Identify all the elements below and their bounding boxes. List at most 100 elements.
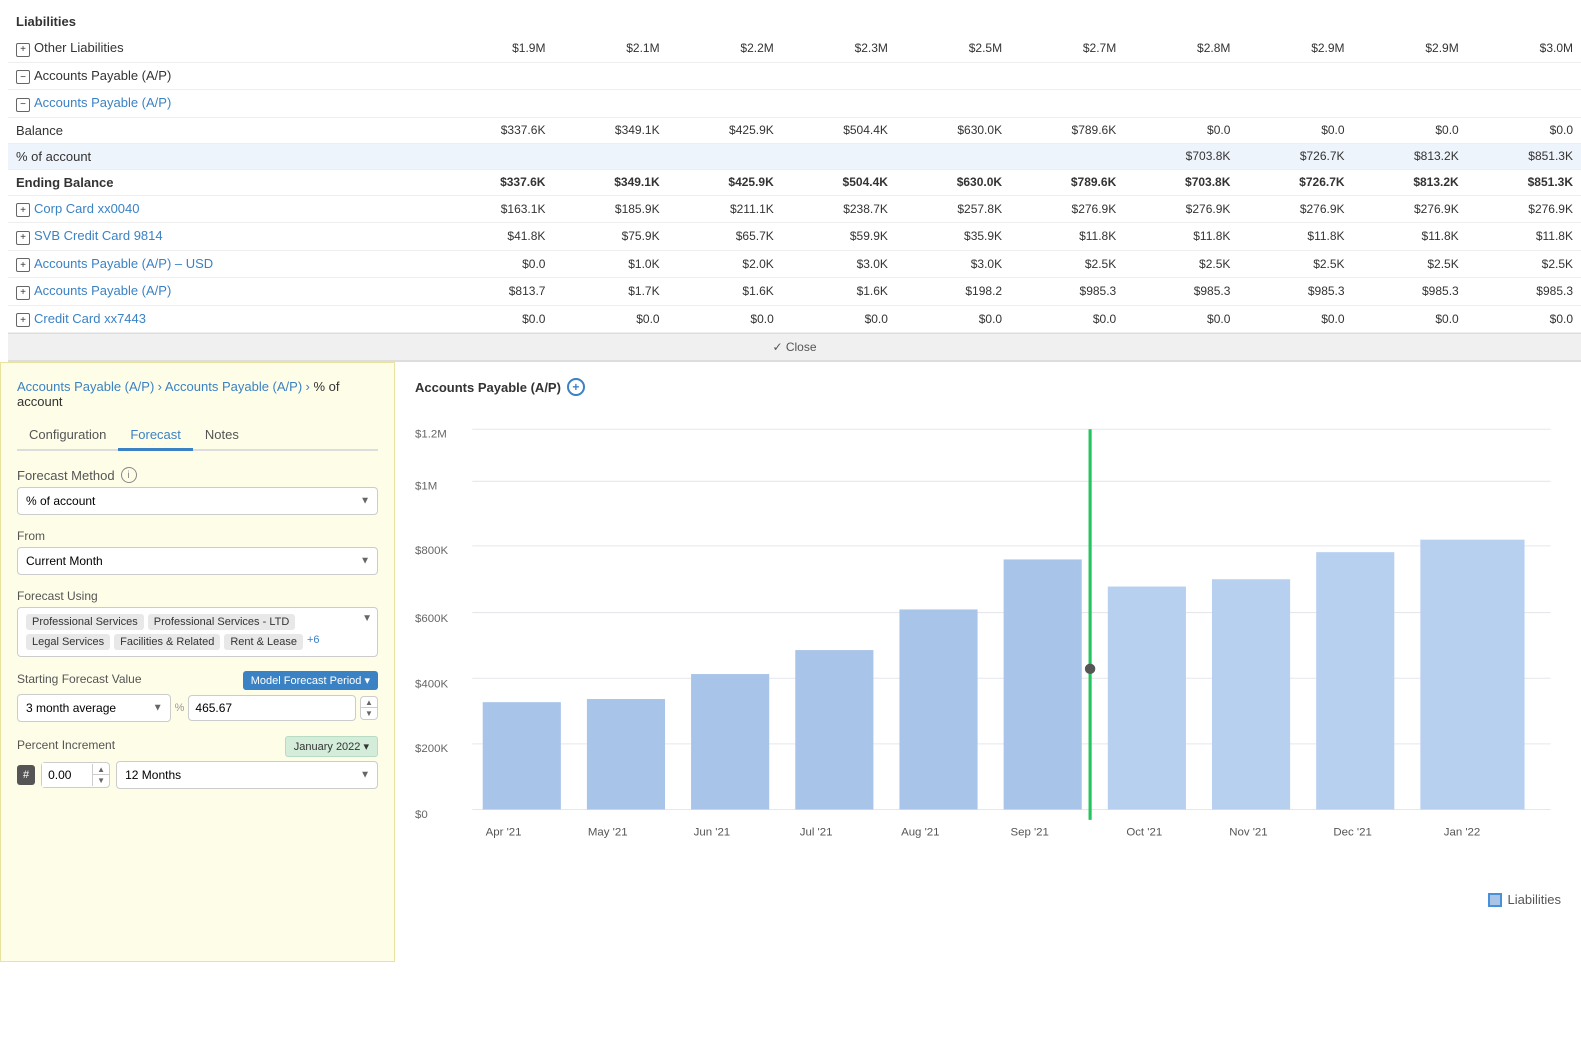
row-label[interactable]: Accounts Payable (A/P) [34, 283, 171, 298]
legend-swatch [1488, 893, 1502, 907]
row-value-9: $0.0 [1467, 117, 1581, 143]
liabilities-section: Liabilities +Other Liabilities$1.9M$2.1M… [0, 0, 1581, 362]
breadcrumb-part2[interactable]: Accounts Payable (A/P) [165, 379, 302, 394]
row-value-3 [782, 62, 896, 90]
row-value-2: $2.0K [668, 250, 782, 278]
tag-legal-services: Legal Services [26, 634, 110, 650]
plus-icon[interactable]: + [16, 203, 30, 217]
pi-arrow-up[interactable]: ▲ [93, 764, 109, 775]
row-label: Balance [16, 123, 63, 138]
tags-more[interactable]: +6 [307, 634, 320, 646]
row-label-cell: −Accounts Payable (A/P) [8, 62, 439, 90]
row-value-4: $630.0K [896, 169, 1010, 195]
row-value-2: $65.7K [668, 223, 782, 251]
months-select[interactable]: 12 Months 6 Months 3 Months [116, 761, 378, 789]
sfv-percent-icon: % [175, 702, 185, 714]
row-value-6: $276.9K [1124, 195, 1238, 223]
row-label[interactable]: Accounts Payable (A/P) – USD [34, 256, 213, 271]
row-value-6 [1124, 90, 1238, 118]
sfv-value-input[interactable] [188, 695, 356, 721]
x-label-jan22: Jan '22 [1444, 827, 1481, 839]
row-value-3: $59.9K [782, 223, 896, 251]
y-label-1m: $1M [415, 481, 437, 493]
close-button[interactable]: ✓ Close [8, 333, 1581, 362]
row-value-7: $0.0 [1238, 117, 1352, 143]
row-label[interactable]: Credit Card xx7443 [34, 311, 146, 326]
row-value-4: $0.0 [896, 305, 1010, 333]
row-value-1: $1.7K [553, 278, 667, 306]
tab-configuration[interactable]: Configuration [17, 421, 118, 451]
row-value-0: $337.6K [439, 169, 553, 195]
pi-input-wrapper: ▲ ▼ [41, 762, 110, 788]
row-value-4: $198.2 [896, 278, 1010, 306]
forecast-method-select[interactable]: % of account Fixed Amount Growth Rate [17, 487, 378, 515]
chart-svg: $1.2M $1M $800K $600K $400K $200K $0 [415, 408, 1561, 888]
tags-dropdown-icon[interactable]: ▼ [362, 613, 372, 624]
chart-legend: Liabilities [415, 892, 1561, 907]
bar-jan22 [1420, 540, 1524, 810]
table-row: +Accounts Payable (A/P) – USD$0.0$1.0K$2… [8, 250, 1581, 278]
sfv-spinner-up[interactable]: ▲ [361, 697, 377, 708]
row-label[interactable]: Corp Card xx0040 [34, 201, 140, 216]
forecast-method-info-icon[interactable]: i [121, 467, 137, 483]
pi-arrow-down[interactable]: ▼ [93, 775, 109, 786]
tag-facilities: Facilities & Related [114, 634, 220, 650]
row-value-4: $35.9K [896, 223, 1010, 251]
row-value-7: $276.9K [1238, 195, 1352, 223]
forecast-method-label: Forecast Method [17, 468, 115, 483]
row-value-1 [553, 62, 667, 90]
bar-oct21 [1108, 587, 1186, 810]
row-value-2: $0.0 [668, 305, 782, 333]
plus-icon[interactable]: + [16, 286, 30, 300]
row-value-3: $238.7K [782, 195, 896, 223]
row-value-6: $0.0 [1124, 117, 1238, 143]
bar-jun21 [691, 674, 769, 809]
plus-icon[interactable]: + [16, 43, 30, 57]
row-value-6: $703.8K [1124, 169, 1238, 195]
bar-jul21 [795, 650, 873, 809]
sfv-spinner-down[interactable]: ▼ [361, 708, 377, 719]
row-value-4 [896, 90, 1010, 118]
x-label-apr21: Apr '21 [486, 827, 522, 839]
legend-label: Liabilities [1508, 892, 1561, 907]
row-value-2 [668, 62, 782, 90]
x-label-oct21: Oct '21 [1126, 827, 1162, 839]
chart-add-icon[interactable]: + [567, 378, 585, 396]
row-value-3: $1.6K [782, 278, 896, 306]
hash-icon[interactable]: # [17, 765, 35, 785]
plus-icon[interactable]: + [16, 231, 30, 245]
row-value-0: $163.1K [439, 195, 553, 223]
row-value-8: $0.0 [1353, 117, 1467, 143]
row-value-0: $1.9M [439, 35, 553, 62]
tag-professional-services-ltd: Professional Services - LTD [148, 614, 296, 630]
row-value-0: $0.0 [439, 305, 553, 333]
row-label: % of account [16, 149, 91, 164]
row-value-1: $349.1K [553, 169, 667, 195]
model-forecast-button[interactable]: Model Forecast Period ▾ [243, 671, 378, 690]
starting-forecast-group: Starting Forecast Value Model Forecast P… [17, 671, 378, 722]
january-button[interactable]: January 2022 ▾ [285, 736, 378, 757]
forecast-using-tags[interactable]: Professional Services Professional Servi… [17, 607, 378, 657]
row-value-3 [782, 90, 896, 118]
breadcrumb: Accounts Payable (A/P) › Accounts Payabl… [17, 379, 378, 409]
pi-value-input[interactable] [42, 763, 92, 787]
from-select[interactable]: Current Month Last Month [17, 547, 378, 575]
row-label[interactable]: SVB Credit Card 9814 [34, 228, 163, 243]
sfv-spinner[interactable]: ▲ ▼ [360, 696, 378, 720]
row-value-9: $2.5K [1467, 250, 1581, 278]
row-value-8: $276.9K [1353, 195, 1467, 223]
minus-icon[interactable]: − [16, 70, 30, 84]
row-value-5 [1010, 143, 1124, 169]
plus-icon[interactable]: + [16, 258, 30, 272]
breadcrumb-part1[interactable]: Accounts Payable (A/P) [17, 379, 154, 394]
plus-icon[interactable]: + [16, 313, 30, 327]
row-label[interactable]: Accounts Payable (A/P) [34, 95, 171, 110]
row-value-8: $2.9M [1353, 35, 1467, 62]
tab-forecast[interactable]: Forecast [118, 421, 193, 451]
sfv-select[interactable]: 3 month average 6 month average 12 month… [17, 694, 171, 722]
row-value-2: $2.2M [668, 35, 782, 62]
right-panel: Accounts Payable (A/P) + $1.2M $1M $800K… [395, 362, 1581, 962]
minus-icon[interactable]: − [16, 98, 30, 112]
bar-may21 [587, 699, 665, 809]
tab-notes[interactable]: Notes [193, 421, 251, 451]
